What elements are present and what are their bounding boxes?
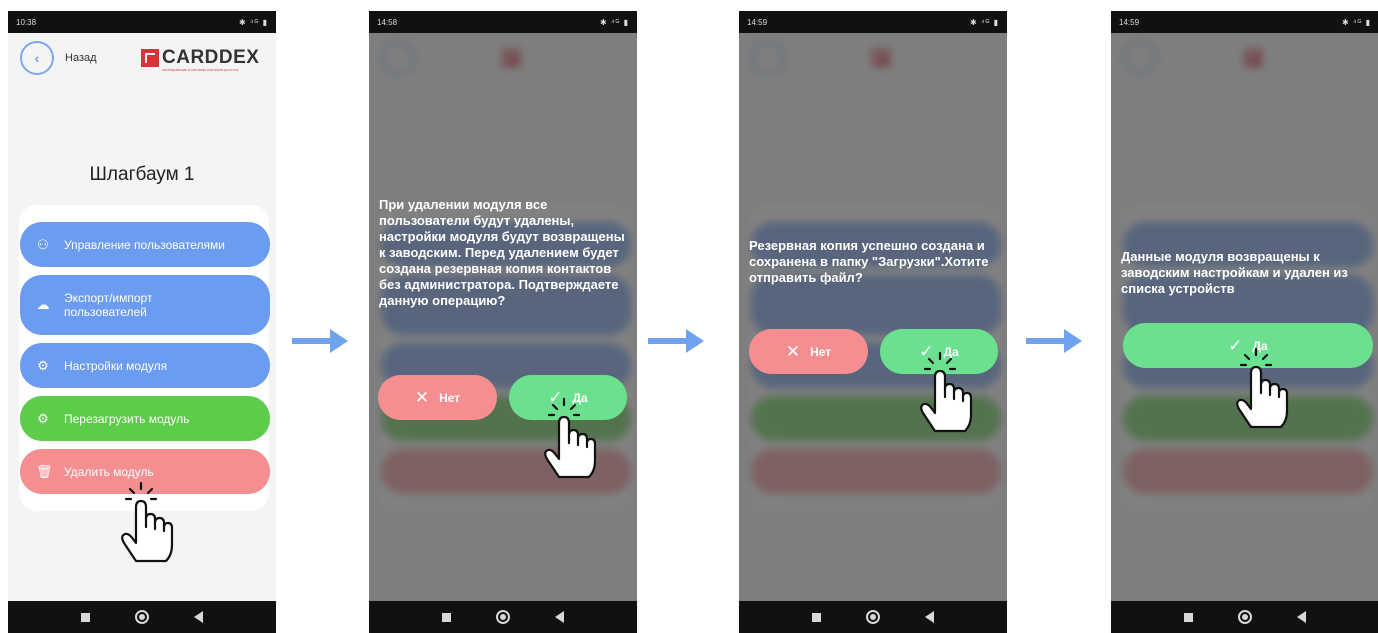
dialog-message: При удалении модуля все пользователи буд…: [379, 197, 625, 308]
status-icons: ✱ ⁴ᴳ ▮: [239, 17, 268, 27]
home-button[interactable]: [1237, 610, 1252, 624]
status-time: 14:59: [747, 17, 768, 27]
no-label: Нет: [439, 390, 461, 405]
app-screen-background: Данные модуля возвращены к заводским нас…: [1111, 33, 1378, 601]
gear-icon: ⚙: [37, 410, 49, 426]
android-nav-bar: [8, 601, 276, 633]
android-nav-bar: [739, 601, 1007, 633]
app-screen-background: При удалении модуля все пользователи буд…: [369, 33, 637, 601]
close-icon: ✕: [414, 387, 430, 407]
logo-tagline: ОБОРУДОВАНИЕ И СИСТЕМЫ КОНТРОЛЯ ДОСТУПА: [162, 68, 239, 72]
back-nav-button[interactable]: [555, 611, 565, 623]
status-time: 10:38: [16, 17, 37, 27]
home-button[interactable]: [865, 610, 880, 624]
phone-screen-4: 14:59 ✱ ⁴ᴳ ▮ Данные модуля возвращены к …: [1111, 11, 1378, 633]
dialog-overlay: [369, 33, 637, 601]
dialog-overlay: [1111, 33, 1378, 601]
no-button[interactable]: ✕ Нет: [749, 329, 868, 374]
export-import-button[interactable]: ☁ Экспорт/импорт пользователей: [20, 275, 270, 335]
reboot-module-button[interactable]: ⚙ Перезагрузить модуль: [20, 396, 270, 441]
carddex-logo: CARDDEX ОБОРУДОВАНИЕ И СИСТЕМЫ КОНТРОЛЯ …: [141, 47, 266, 75]
arrow-right-icon: [1026, 329, 1082, 353]
status-icons: ✱ ⁴ᴳ ▮: [1342, 17, 1371, 27]
no-button[interactable]: ✕ Нет: [378, 375, 497, 420]
dialog-overlay: [739, 33, 1007, 601]
status-icons: ✱ ⁴ᴳ ▮: [600, 17, 629, 27]
module-settings-button[interactable]: ⚙ Настройки модуля: [20, 343, 270, 388]
tap-hand-icon: [121, 481, 174, 563]
dialog-message: Данные модуля возвращены к заводским нас…: [1121, 249, 1348, 296]
status-bar: 10:38 ✱ ⁴ᴳ ▮: [8, 11, 276, 33]
recents-button[interactable]: [1183, 612, 1193, 622]
status-bar: 14:59 ✱ ⁴ᴳ ▮: [739, 11, 1007, 33]
back-button[interactable]: ‹: [20, 41, 54, 75]
chevron-left-icon: ‹: [34, 50, 40, 66]
android-nav-bar: [369, 601, 637, 633]
logo-text: CARDDEX: [162, 47, 260, 68]
status-bar: 14:59 ✱ ⁴ᴳ ▮: [1111, 11, 1378, 33]
back-nav-button[interactable]: [1297, 611, 1307, 623]
device-title: Шлагбаум 1: [89, 164, 195, 185]
module-settings-label: Настройки модуля: [64, 358, 168, 373]
back-nav-button[interactable]: [925, 611, 935, 623]
home-button[interactable]: [495, 610, 510, 624]
status-time: 14:59: [1119, 17, 1140, 27]
delete-module-label: Удалить модуль: [64, 464, 154, 479]
status-icons: ✱ ⁴ᴳ ▮: [970, 17, 999, 27]
tap-hand-icon: [1236, 347, 1289, 429]
carddex-logo-icon: [141, 49, 159, 67]
arrow-right-icon: [648, 329, 704, 353]
close-icon: ✕: [785, 341, 801, 361]
back-nav-button[interactable]: [194, 611, 204, 623]
recents-button[interactable]: [441, 612, 451, 622]
gear-icon: ⚙: [37, 357, 49, 373]
home-button[interactable]: [134, 610, 149, 624]
back-label[interactable]: Назад: [65, 52, 97, 64]
user-icon: ⚇: [37, 236, 49, 252]
reboot-module-label: Перезагрузить модуль: [64, 411, 190, 426]
tap-hand-icon: [920, 351, 973, 433]
recents-button[interactable]: [811, 612, 821, 622]
status-bar: 14:58 ✱ ⁴ᴳ ▮: [369, 11, 637, 33]
app-screen-background: Резервная копия успешно создана и сохран…: [739, 33, 1007, 601]
cloud-upload-icon: ☁: [36, 297, 50, 312]
recents-button[interactable]: [80, 612, 90, 622]
phone-screen-1: 10:38 ✱ ⁴ᴳ ▮ ‹ Назад CARDDEX ОБОРУДОВАНИ…: [8, 11, 276, 633]
no-label: Нет: [810, 344, 832, 359]
manage-users-label: Управление пользователями: [64, 237, 225, 252]
dialog-message: Резервная копия успешно создана и сохран…: [749, 238, 989, 285]
android-nav-bar: [1111, 601, 1378, 633]
tap-hand-icon: [544, 397, 597, 479]
arrow-right-icon: [292, 329, 348, 353]
phone-screen-2: 14:58 ✱ ⁴ᴳ ▮ При удалении модуля все пол…: [369, 11, 637, 633]
manage-users-button[interactable]: ⚇ Управление пользователями: [20, 222, 270, 267]
status-time: 14:58: [377, 17, 398, 27]
export-import-label: Экспорт/импорт пользователей: [64, 291, 153, 319]
trash-icon: 🗑: [36, 463, 53, 479]
phone-screen-3: 14:59 ✱ ⁴ᴳ ▮ Резервная копия успешно соз…: [739, 11, 1007, 633]
